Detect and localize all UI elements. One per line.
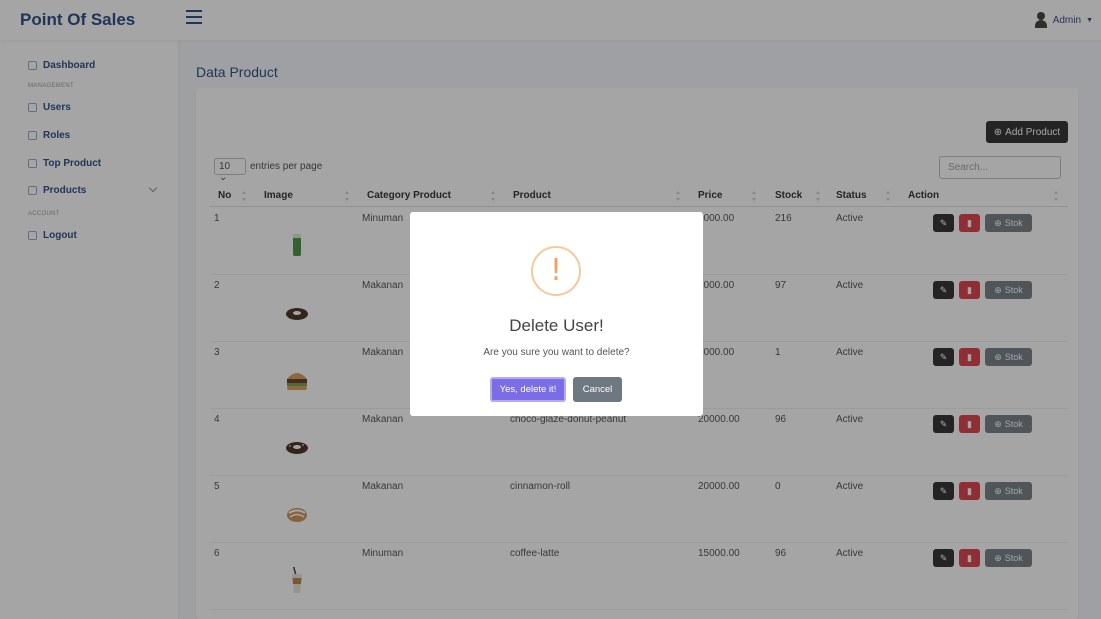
delete-confirm-dialog: ! Delete User! Are you sure you want to … (410, 212, 703, 416)
exclamation-icon: ! (531, 246, 581, 296)
confirm-delete-button[interactable]: Yes, delete it! (490, 377, 566, 402)
dialog-message: Are you sure you want to delete? (483, 347, 630, 358)
dialog-title: Delete User! (509, 316, 604, 335)
cancel-button[interactable]: Cancel (573, 377, 622, 402)
